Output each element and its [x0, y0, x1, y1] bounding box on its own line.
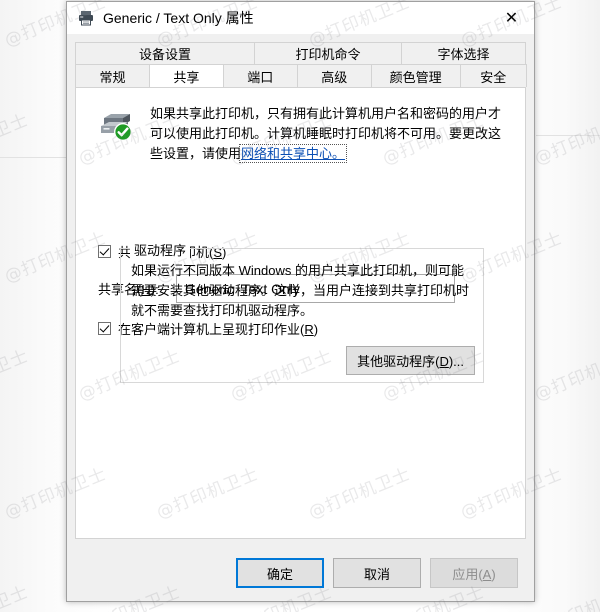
tab-printer-commands[interactable]: 打印机命令 — [254, 42, 402, 65]
tab-advanced[interactable]: 高级 — [296, 64, 372, 87]
tab-strip: 设备设置 打印机命令 字体选择 常规 共享 端口 高级 颜色管理 安全 — [67, 34, 534, 87]
tab-row-upper: 设备设置 打印机命令 字体选择 — [75, 42, 526, 65]
driver-group-title: 驱动程序 — [130, 240, 191, 259]
printer-icon — [79, 11, 93, 26]
share-this-printer-checkbox[interactable] — [98, 244, 111, 258]
shared-printer-icon — [101, 114, 132, 141]
sharing-info-block: 如果共享此打印机，只有拥有此计算机用户名和密码的用户才可以使用此打印机。计算机睡… — [76, 88, 525, 164]
window-title: Generic / Text Only 属性 — [103, 10, 254, 26]
tab-color-management[interactable]: 颜色管理 — [370, 64, 461, 87]
tab-ports[interactable]: 端口 — [222, 64, 298, 87]
render-print-jobs-checkbox[interactable] — [98, 321, 111, 335]
tab-sharing[interactable]: 共享 — [148, 64, 224, 87]
printer-properties-dialog: Generic / Text Only 属性 ✕ 设备设置 打印机命令 字体选择… — [66, 1, 535, 602]
cancel-button[interactable]: 取消 — [333, 558, 421, 588]
apply-button: 应用(A) — [430, 558, 518, 588]
background-rule-right — [536, 135, 600, 136]
network-and-sharing-center-link[interactable]: 网络和共享中心。 — [239, 144, 348, 163]
additional-drivers-button[interactable]: 其他驱动程序(D)... — [346, 346, 475, 375]
background-rule-left — [0, 157, 66, 158]
tab-general[interactable]: 常规 — [75, 64, 150, 87]
close-icon[interactable]: ✕ — [489, 2, 534, 33]
tab-device-settings[interactable]: 设备设置 — [75, 42, 255, 65]
driver-group-box: 驱动程序 如果运行不同版本 Windows 的用户共享此打印机，则可能需要安装其… — [120, 240, 484, 383]
dialog-footer: 确定 取消 应用(A) — [67, 545, 534, 601]
sharing-tab-panel: 如果共享此打印机，只有拥有此计算机用户名和密码的用户才可以使用此打印机。计算机睡… — [75, 87, 526, 539]
tab-row-lower: 常规 共享 端口 高级 颜色管理 安全 — [75, 64, 527, 87]
ok-button[interactable]: 确定 — [236, 558, 324, 588]
tab-security[interactable]: 安全 — [459, 64, 527, 87]
sharing-info-text: 如果共享此打印机，只有拥有此计算机用户名和密码的用户才可以使用此打印机。计算机睡… — [150, 104, 507, 164]
tab-font-selection[interactable]: 字体选择 — [401, 42, 526, 65]
driver-group-description: 如果运行不同版本 Windows 的用户共享此打印机，则可能需要安装其他驱动程序… — [131, 263, 470, 318]
title-bar: Generic / Text Only 属性 ✕ — [67, 2, 534, 34]
